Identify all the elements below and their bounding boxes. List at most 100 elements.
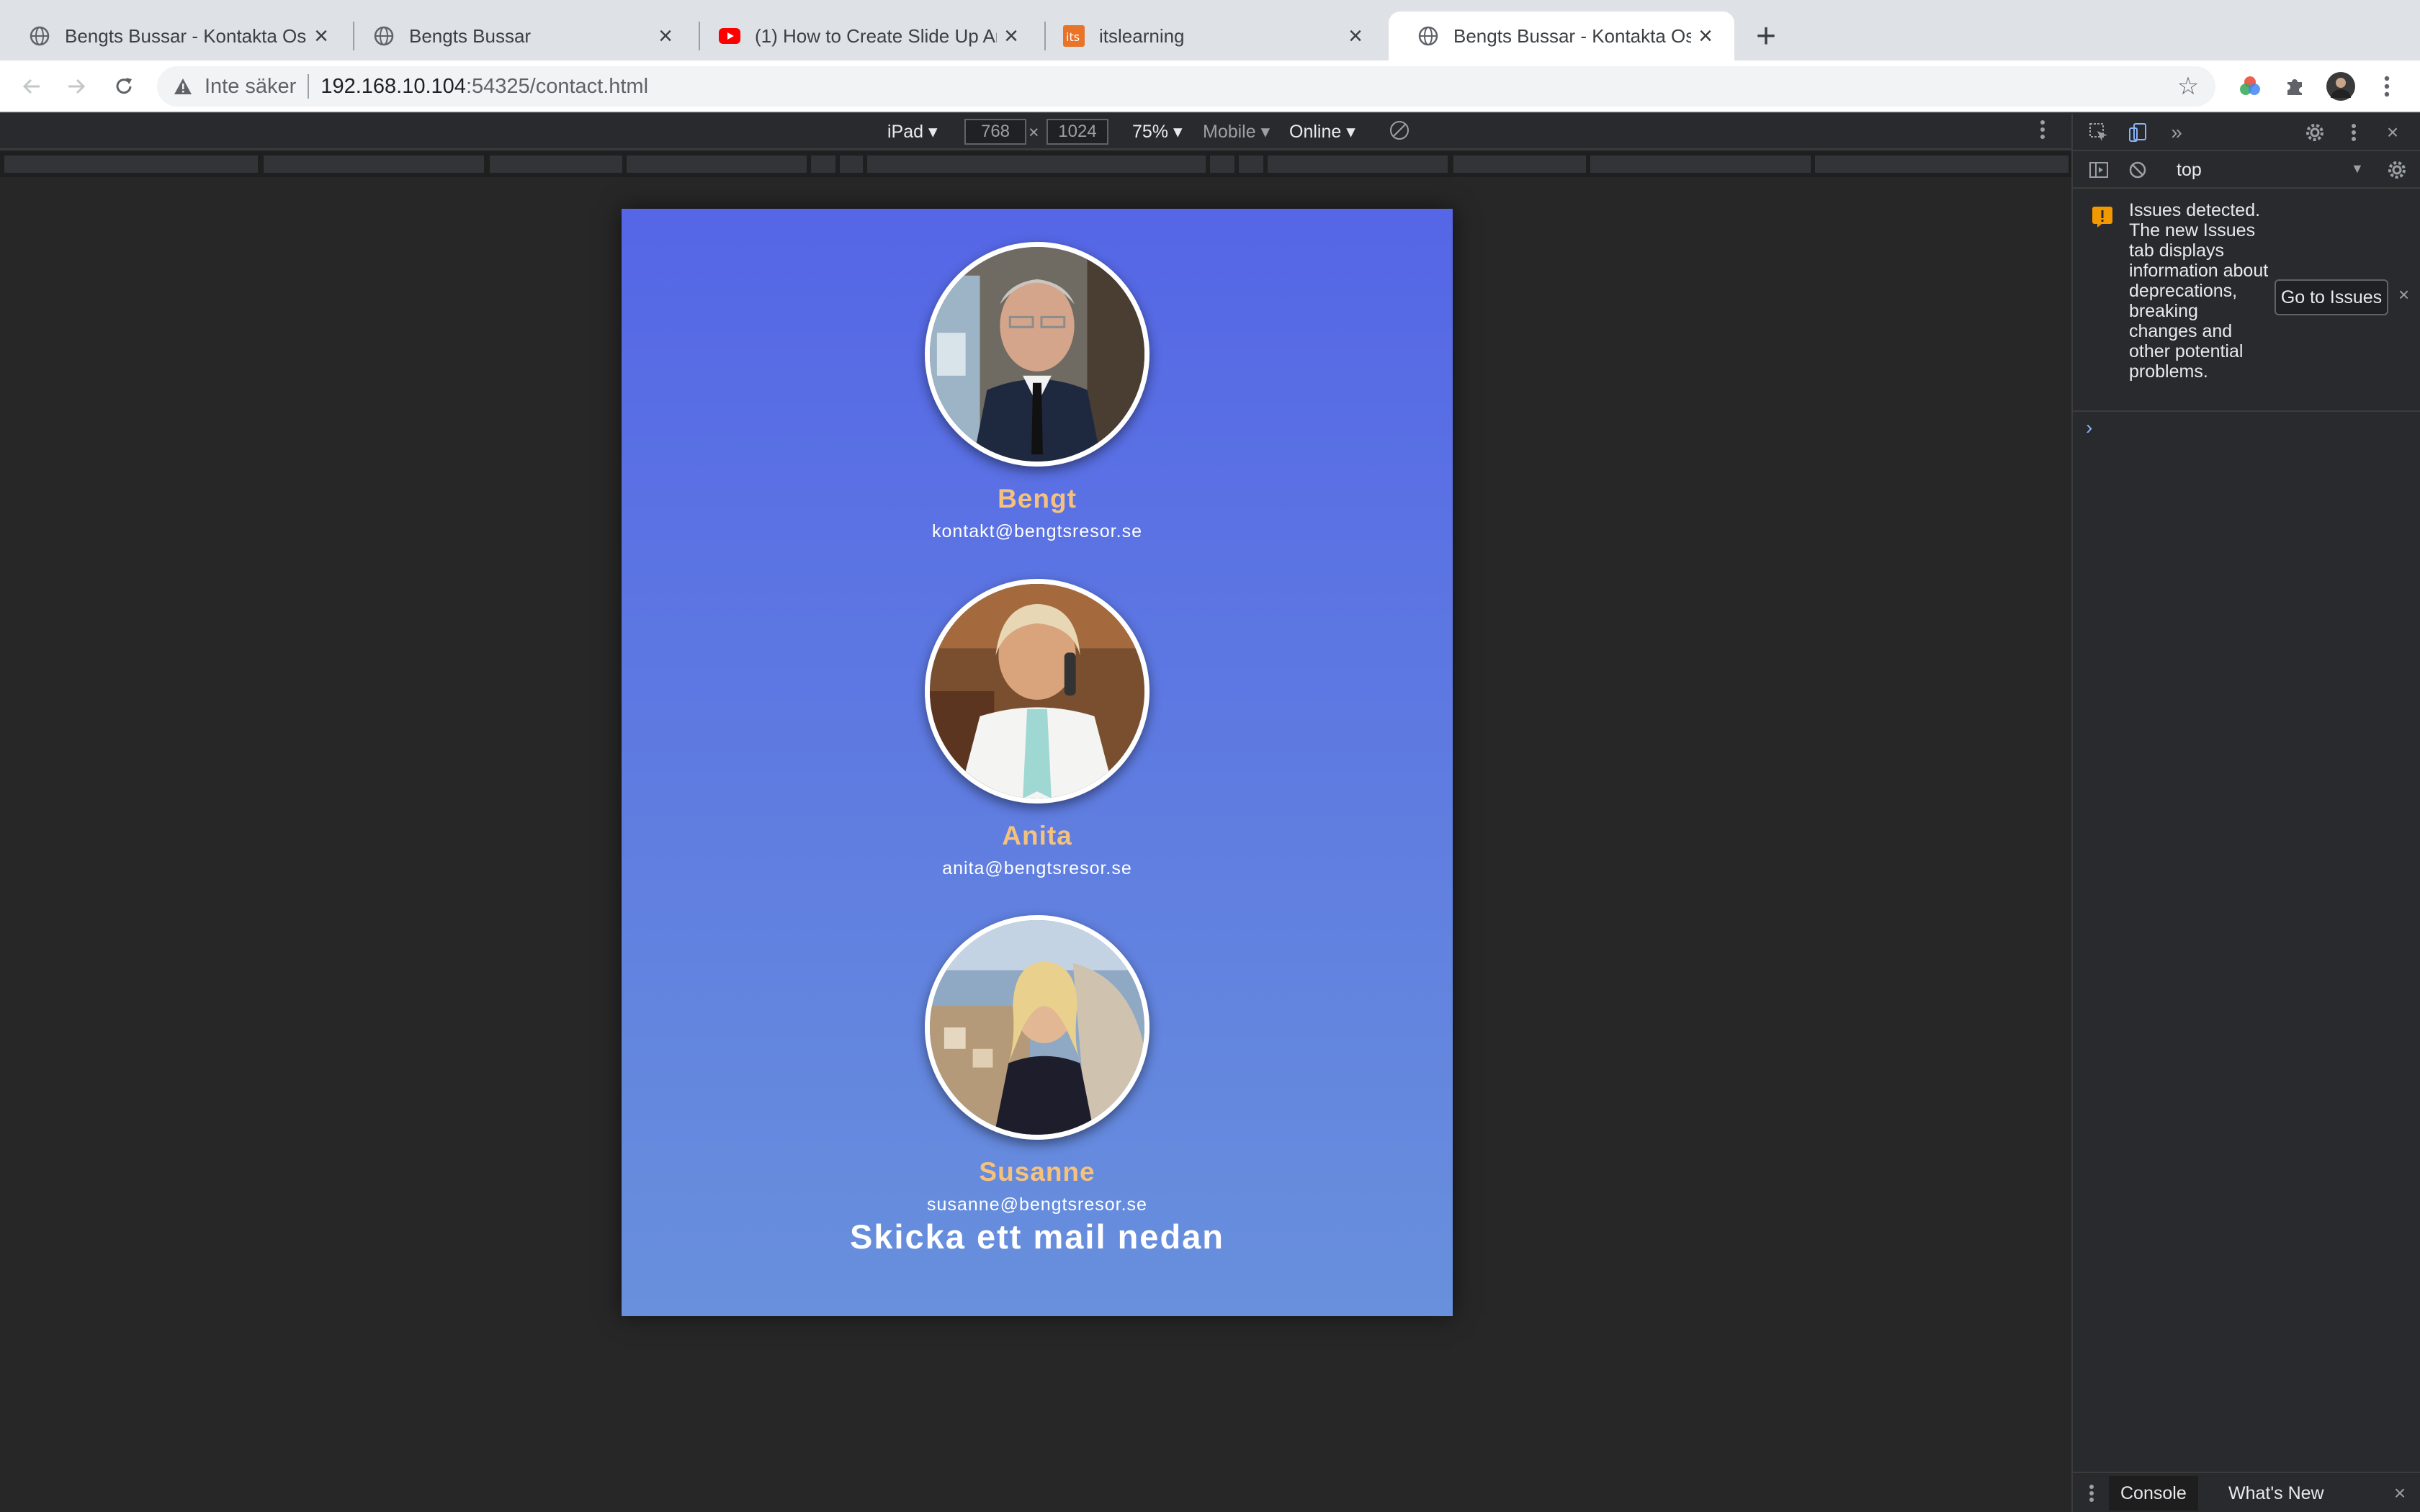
svg-text:its: its — [1066, 30, 1080, 44]
avatar — [925, 242, 1150, 467]
device-emulation-toolbar: iPad ▾ 768 × 1024 75% ▾ Mobile ▾ Online … — [0, 114, 2071, 150]
kebab-menu-icon[interactable] — [2079, 1480, 2105, 1506]
browser-toolbar: Inte säker 192.168.10.104 :54325/contact… — [0, 60, 2420, 112]
media-query-segment[interactable] — [627, 156, 807, 173]
close-icon[interactable]: × — [1691, 22, 1720, 50]
address-bar[interactable]: Inte säker 192.168.10.104 :54325/contact… — [157, 66, 2215, 107]
media-query-segment[interactable] — [4, 156, 258, 173]
gear-icon[interactable] — [2384, 157, 2410, 183]
rotate-icon[interactable] — [1389, 120, 1410, 146]
new-tab-button[interactable]: + — [1750, 17, 1782, 55]
console-prompt-icon[interactable]: › — [2086, 416, 2092, 439]
tab-title: itslearning — [1099, 24, 1185, 47]
url-path: :54325/contact.html — [465, 74, 649, 98]
tab-console[interactable]: Console — [2109, 1476, 2198, 1511]
close-icon[interactable]: × — [2398, 284, 2409, 306]
gear-icon[interactable] — [2302, 120, 2328, 145]
media-query-segment[interactable] — [811, 156, 835, 173]
media-query-segment[interactable] — [840, 156, 863, 173]
chevron-down-icon[interactable]: ▼ — [2351, 161, 2364, 176]
person-name: Anita — [1002, 821, 1072, 850]
sidebar-toggle-icon[interactable] — [2086, 157, 2112, 183]
media-query-segment[interactable] — [490, 156, 622, 173]
youtube-icon — [719, 25, 740, 47]
media-query-segment[interactable] — [1268, 156, 1448, 173]
close-icon[interactable]: × — [307, 22, 336, 50]
media-query-segment[interactable] — [867, 156, 1206, 173]
puzzle-extensions-icon[interactable] — [2280, 72, 2309, 101]
tab-strip: Bengts Bussar - Kontakta Oss × Bengts Bu… — [0, 0, 2420, 60]
inspect-element-icon[interactable] — [2086, 120, 2112, 145]
page-content[interactable]: Bengt kontakt@bengtsresor.se Anita anita… — [622, 209, 1453, 1316]
dimension-times: × — [1028, 122, 1039, 143]
devtools-drawer: Console What's New × — [2073, 1472, 2420, 1512]
issues-message: Issues detected. The new Issues tab disp… — [2129, 200, 2269, 382]
warning-icon — [2092, 206, 2115, 229]
viewport-height-input[interactable]: 1024 — [1047, 119, 1108, 145]
browser-tab[interactable]: Bengts Bussar - Kontakta Oss × — [0, 12, 350, 60]
network-throttle-select[interactable]: Online ▾ — [1289, 121, 1355, 143]
warning-triangle-icon[interactable] — [171, 75, 194, 98]
device-select[interactable]: iPad ▾ — [887, 121, 938, 143]
kebab-menu-icon[interactable] — [2372, 72, 2401, 101]
browser-tab[interactable]: its itslearning × — [1034, 12, 1384, 60]
globe-icon — [29, 25, 50, 47]
emulated-viewport: Bengt kontakt@bengtsresor.se Anita anita… — [0, 177, 2071, 1512]
tab-title: (1) How to Create Slide Up Ani — [755, 24, 997, 47]
close-icon[interactable]: × — [997, 22, 1026, 50]
go-to-issues-button[interactable]: Go to Issues — [2275, 279, 2388, 315]
tab-title: Bengts Bussar - Kontakta Oss — [1453, 24, 1691, 47]
mail-section-heading: Skicka ett mail nedan — [849, 1218, 1225, 1256]
clear-console-icon[interactable] — [2125, 157, 2151, 183]
profile-avatar[interactable] — [2326, 72, 2355, 101]
globe-icon — [1417, 25, 1439, 47]
issues-banner: Issues detected. The new Issues tab disp… — [2073, 190, 2420, 412]
media-query-segment[interactable] — [1210, 156, 1234, 173]
device-type-select[interactable]: Mobile ▾ — [1203, 121, 1270, 143]
omnibox-divider — [308, 74, 310, 99]
media-query-bar[interactable] — [0, 151, 2071, 177]
avatar — [925, 579, 1150, 804]
zoom-select[interactable]: 75% ▾ — [1132, 121, 1183, 143]
contact-card: Bengt kontakt@bengtsresor.se — [622, 242, 1453, 542]
person-email[interactable]: susanne@bengtsresor.se — [622, 1194, 1453, 1215]
person-name: Susanne — [979, 1157, 1095, 1187]
close-icon[interactable]: × — [2380, 120, 2406, 145]
devtools-main-toolbar: » × — [2073, 114, 2420, 151]
person-email[interactable]: kontakt@bengtsresor.se — [622, 521, 1453, 542]
kebab-menu-icon[interactable] — [2341, 120, 2367, 145]
reload-icon[interactable] — [107, 69, 141, 104]
more-options-icon[interactable] — [2040, 120, 2045, 145]
context-select[interactable]: top — [2177, 160, 2202, 181]
browser-tab[interactable]: Bengts Bussar × — [344, 12, 694, 60]
url-host: 192.168.10.104 — [321, 74, 466, 98]
back-arrow-icon[interactable] — [14, 69, 49, 104]
contact-card: Anita anita@bengtsresor.se — [622, 579, 1453, 879]
browser-tab-active[interactable]: Bengts Bussar - Kontakta Oss × — [1389, 12, 1734, 60]
globe-icon — [373, 25, 395, 47]
device-toolbar-toggle-icon[interactable] — [2125, 120, 2151, 145]
console-toolbar: top ▼ — [2073, 151, 2420, 189]
browser-tab[interactable]: (1) How to Create Slide Up Ani × — [690, 12, 1040, 60]
close-icon[interactable]: × — [2387, 1480, 2413, 1506]
contact-card: Susanne susanne@bengtsresor.se — [622, 915, 1453, 1215]
person-email[interactable]: anita@bengtsresor.se — [622, 858, 1453, 879]
forward-arrow-icon[interactable] — [59, 69, 94, 104]
more-tabs-chevron-icon[interactable]: » — [2164, 120, 2190, 145]
viewport-width-input[interactable]: 768 — [964, 119, 1026, 145]
star-icon[interactable]: ☆ — [2175, 73, 2201, 100]
security-label[interactable]: Inte säker — [205, 75, 296, 99]
tab-title: Bengts Bussar — [409, 24, 532, 47]
close-icon[interactable]: × — [651, 22, 680, 50]
media-query-segment[interactable] — [1590, 156, 1811, 173]
color-wheel-extension-icon[interactable] — [2236, 72, 2264, 101]
close-icon[interactable]: × — [1341, 22, 1370, 50]
devtools-panel: » × top ▼ Issues detected. The new Issue… — [2071, 114, 2420, 1512]
media-query-segment[interactable] — [1239, 156, 1263, 173]
tab-title: Bengts Bussar - Kontakta Oss — [65, 24, 307, 47]
media-query-segment[interactable] — [264, 156, 484, 173]
tab-whats-new[interactable]: What's New — [2217, 1476, 2336, 1511]
media-query-segment[interactable] — [1453, 156, 1586, 173]
avatar — [925, 915, 1150, 1140]
media-query-segment[interactable] — [1815, 156, 2069, 173]
